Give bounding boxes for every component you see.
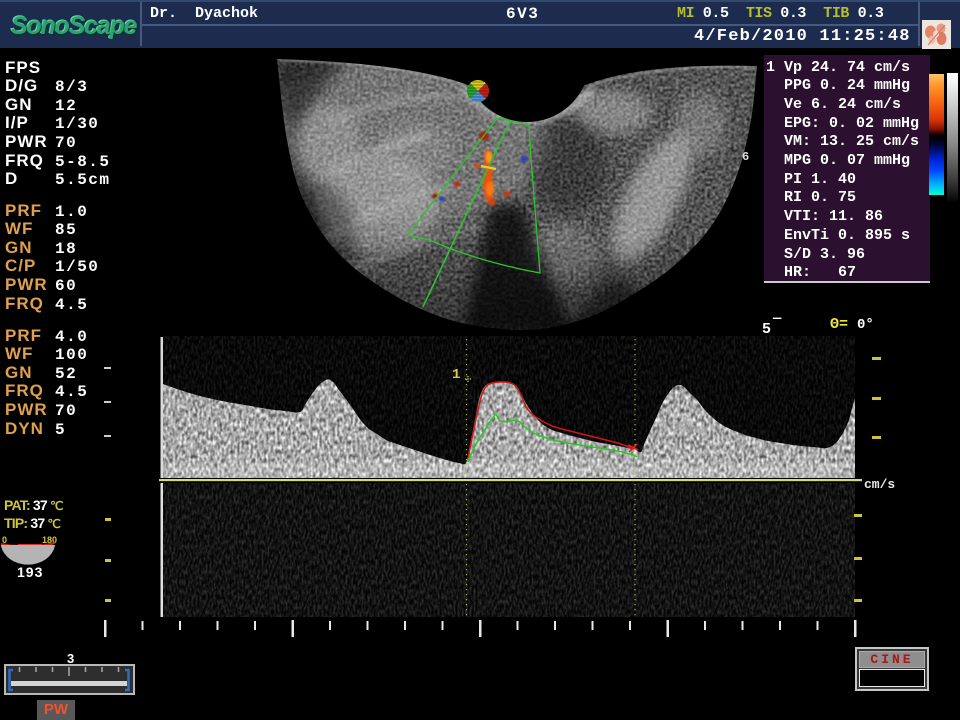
svg-text:cm/s: cm/s bbox=[864, 477, 895, 492]
svg-text:1: 1 bbox=[452, 367, 460, 383]
svg-text:6: 6 bbox=[742, 150, 749, 164]
